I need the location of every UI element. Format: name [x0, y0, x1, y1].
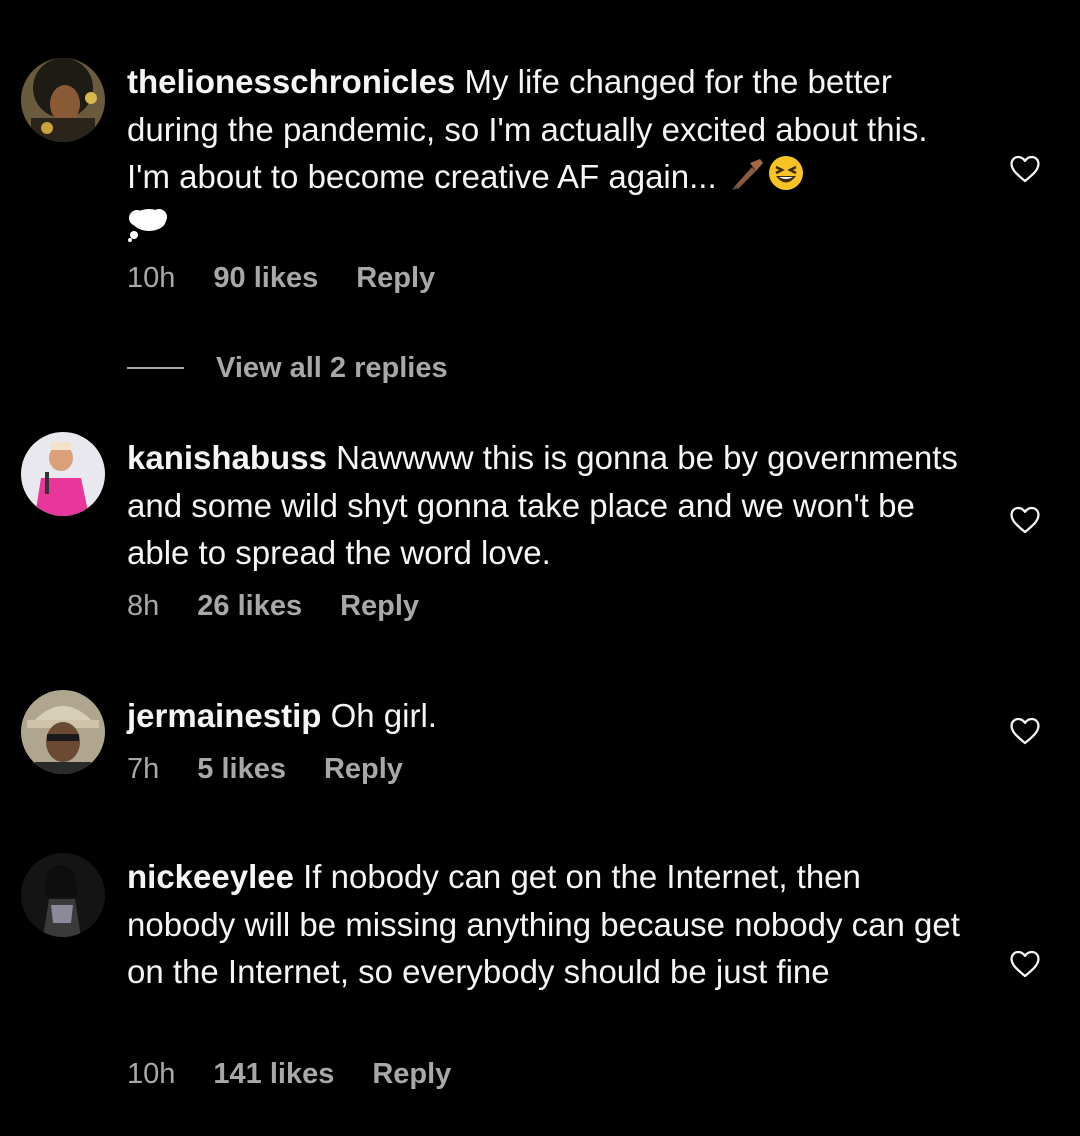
comment-text-block: kanishabuss Nawwww this is gonna be by g… — [127, 434, 977, 577]
comment-meta: 7h 5 likes Reply — [127, 753, 441, 786]
comment-timestamp: 10h — [127, 1058, 176, 1090]
comment-timestamp: 10h — [127, 262, 176, 294]
heart-outline-icon[interactable] — [1008, 714, 1042, 748]
grinning-squinting-face-emoji-icon — [768, 155, 804, 204]
comment-username[interactable]: kanishabuss — [127, 439, 327, 476]
likes-count[interactable]: 5 likes — [197, 753, 286, 785]
view-replies-link[interactable]: View all 2 replies — [127, 348, 448, 388]
reply-button[interactable]: Reply — [340, 590, 419, 622]
likes-count[interactable]: 90 likes — [213, 262, 318, 294]
writing-hand-emoji-icon — [730, 156, 766, 204]
heart-outline-icon[interactable] — [1008, 152, 1042, 186]
avatar[interactable] — [21, 690, 105, 774]
view-replies-label[interactable]: View all 2 replies — [216, 352, 448, 385]
likes-count[interactable]: 141 likes — [213, 1058, 334, 1090]
comment-username[interactable]: thelionesschronicles — [127, 63, 455, 100]
likes-count[interactable]: 26 likes — [197, 590, 302, 622]
heart-outline-icon[interactable] — [1008, 503, 1042, 537]
avatar[interactable] — [21, 58, 105, 142]
avatar[interactable] — [21, 432, 105, 516]
comment-meta: 10h 90 likes Reply — [127, 262, 473, 295]
comment-username[interactable]: nickeeylee — [127, 858, 294, 895]
comment-text-block: jermainestip Oh girl. — [127, 692, 977, 740]
divider-line — [127, 367, 184, 369]
comment-meta: 8h 26 likes Reply — [127, 590, 457, 623]
avatar[interactable] — [21, 853, 105, 937]
comment-meta: 10h 141 likes Reply — [127, 1058, 489, 1091]
comment-text-block: nickeeylee If nobody can get on the Inte… — [127, 853, 977, 996]
reply-button[interactable]: Reply — [356, 262, 435, 294]
reply-button[interactable]: Reply — [372, 1058, 451, 1090]
comment-timestamp: 7h — [127, 753, 160, 785]
comment-username[interactable]: jermainestip — [127, 697, 321, 734]
thought-balloon-emoji-icon — [127, 206, 169, 255]
comment-text: Oh girl. — [330, 697, 437, 734]
reply-button[interactable]: Reply — [324, 753, 403, 785]
comment-timestamp: 8h — [127, 590, 160, 622]
comment-text-block: thelionesschronicles My life changed for… — [127, 58, 977, 254]
heart-outline-icon[interactable] — [1008, 947, 1042, 981]
